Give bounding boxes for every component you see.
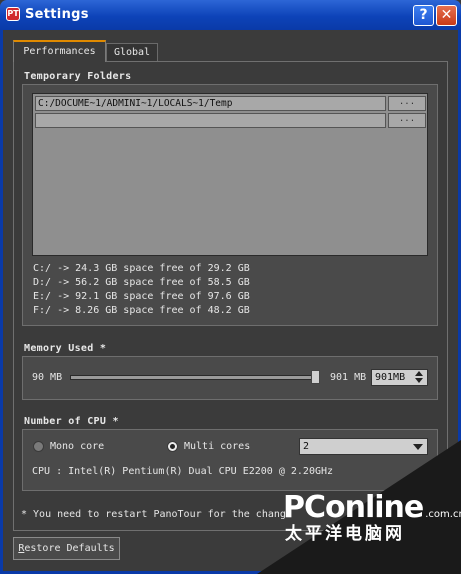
temp-folders-title: Temporary Folders [24, 71, 132, 82]
memory-spin-value: 901MB [375, 372, 406, 383]
help-button[interactable]: ? [413, 5, 434, 26]
spin-up-icon[interactable] [415, 371, 423, 376]
memory-min-label: 90 MB [32, 372, 63, 383]
browse-button-2[interactable]: ... [388, 113, 426, 128]
tab-global[interactable]: Global [106, 43, 158, 62]
multi-cores-radio[interactable] [167, 441, 178, 452]
temp-path-field[interactable]: C:/DOCUME~1/ADMINI~1/LOCALS~1/Temp [35, 96, 386, 111]
browse-button[interactable]: ... [388, 96, 426, 111]
restore-label-rest: estore Defaults [24, 543, 115, 554]
memory-spinbox[interactable]: 901MB [371, 369, 428, 386]
temp-folders-list[interactable]: C:/DOCUME~1/ADMINI~1/LOCALS~1/Temp ... .… [32, 93, 428, 256]
spin-down-icon[interactable] [415, 378, 423, 383]
watermark-domain: .com.cn [425, 509, 461, 520]
window-title: Settings [25, 7, 89, 22]
memory-slider-thumb[interactable] [311, 370, 320, 384]
title-bar[interactable]: PT Settings ? ✕ [0, 0, 461, 30]
close-button[interactable]: ✕ [436, 5, 457, 26]
restart-note: * You need to restart PanoTour for the c… [21, 509, 286, 520]
mono-core-label: Mono core [50, 441, 105, 452]
disk-space-c: C:/ -> 24.3 GB space free of 29.2 GB [33, 263, 250, 274]
memory-max-label: 901 MB [330, 372, 367, 383]
disk-space-d: D:/ -> 56.2 GB space free of 58.5 GB [33, 277, 250, 288]
cpu-title: Number of CPU * [24, 416, 119, 427]
tab-performances[interactable]: Performances [13, 40, 106, 62]
mono-core-radio[interactable] [33, 441, 44, 452]
spin-arrows-icon[interactable] [413, 371, 425, 384]
disk-space-e: E:/ -> 92.1 GB space free of 97.6 GB [33, 291, 250, 302]
multi-cores-label: Multi cores [184, 441, 251, 452]
memory-title: Memory Used * [24, 343, 107, 354]
disk-space-f: F:/ -> 8.26 GB space free of 48.2 GB [33, 305, 250, 316]
restore-defaults-button[interactable]: Restore Defaults [13, 537, 120, 560]
app-icon: PT [6, 7, 20, 21]
memory-slider-track[interactable] [70, 375, 320, 380]
temp-path-field-empty[interactable] [35, 113, 386, 128]
watermark-chinese: 太平洋电脑网 [285, 524, 405, 544]
